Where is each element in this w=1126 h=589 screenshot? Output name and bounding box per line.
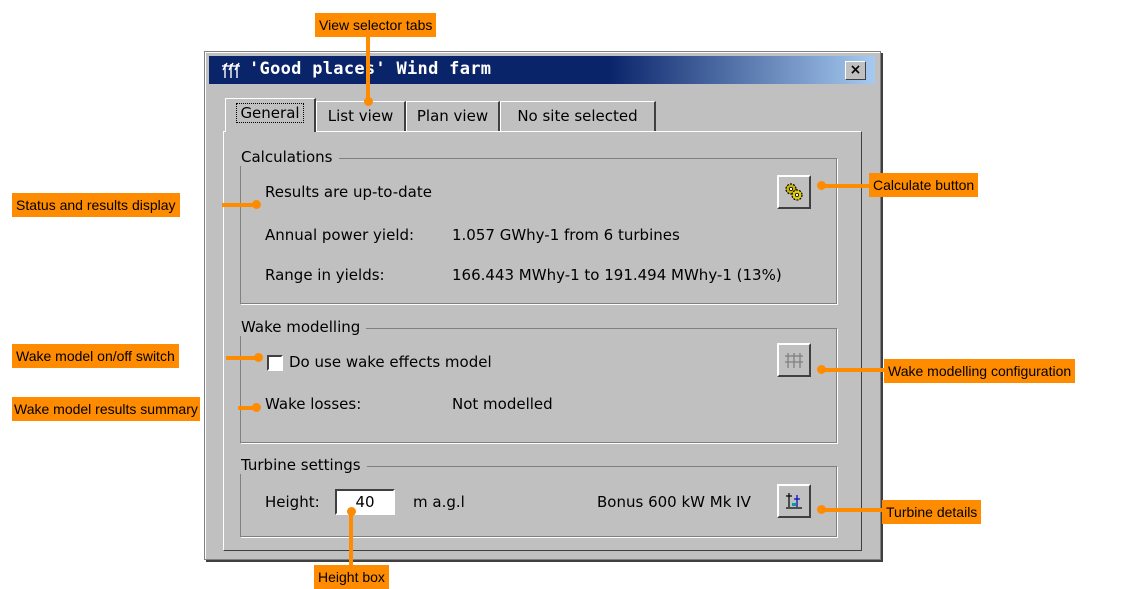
tab-general[interactable]: General: [225, 98, 316, 132]
callout-height-box: Height box: [314, 565, 389, 589]
callout-wake-summary: Wake model results summary: [12, 397, 200, 421]
turbine-settings-group: Turbine settings Height: 40 m a.g.l Bonu…: [239, 456, 837, 537]
height-input[interactable]: 40: [335, 489, 395, 515]
tab-label: No site selected: [517, 107, 638, 125]
callout-view-selector-tabs: View selector tabs: [315, 13, 437, 37]
callout-calculate-button: Calculate button: [869, 173, 979, 197]
wake-modelling-group: Wake modelling Do use wake effects model…: [239, 318, 837, 443]
annual-yield-label: Annual power yield:: [265, 226, 415, 244]
calculations-group: Calculations Results are up-to-date Annu…: [239, 148, 837, 304]
calc-status-text: Results are up-to-date: [265, 183, 432, 201]
height-unit: m a.g.l: [413, 493, 465, 511]
wind-farm-dialog: 'Good places' Wind farm × General List v…: [204, 51, 881, 560]
callout-dot: [254, 353, 263, 362]
yield-range-value: 166.443 MWhy-1 to 191.494 MWhy-1 (13%): [452, 266, 782, 284]
group-title: Calculations: [239, 148, 339, 166]
wind-farm-icon: [222, 62, 240, 78]
wake-losses-label: Wake losses:: [265, 395, 362, 413]
turbine-details-icon: [786, 493, 802, 509]
wake-losses-value: Not modelled: [452, 395, 553, 413]
tab-no-site-selected[interactable]: No site selected: [500, 101, 656, 131]
callout-line: [821, 184, 871, 188]
callout-status-display: Status and results display: [12, 193, 180, 217]
callout-line: [366, 37, 370, 101]
yield-range-label: Range in yields:: [265, 266, 385, 284]
callout-dot: [817, 505, 826, 514]
close-button[interactable]: ×: [845, 61, 866, 80]
window-title: 'Good places' Wind farm: [249, 59, 492, 79]
gears-icon: [785, 183, 803, 201]
group-title: Turbine settings: [239, 456, 367, 474]
tab-label: General: [236, 103, 304, 123]
tab-plan-view[interactable]: Plan view: [406, 101, 500, 131]
wind-farm-icon: [785, 353, 803, 368]
wake-config-button[interactable]: [777, 343, 811, 377]
annual-yield-value: 1.057 GWhy-1 from 6 turbines: [452, 226, 680, 244]
tab-label: List view: [327, 107, 394, 125]
title-bar[interactable]: 'Good places' Wind farm ×: [209, 56, 875, 84]
wake-model-checkbox-label[interactable]: Do use wake effects model: [289, 353, 492, 371]
callout-dot: [364, 97, 373, 106]
callout-dot: [817, 181, 826, 190]
callout-line: [821, 508, 884, 512]
callout-dot: [252, 200, 261, 209]
callout-wake-switch: Wake model on/off switch: [12, 344, 179, 368]
callout-line: [222, 203, 256, 207]
wake-model-checkbox[interactable]: [267, 355, 283, 371]
callout-line: [349, 512, 353, 566]
callout-wake-config: Wake modelling configuration: [884, 359, 1076, 383]
callout-line: [821, 368, 886, 372]
group-title: Wake modelling: [239, 318, 367, 336]
callout-dot: [252, 403, 261, 412]
tab-list-view[interactable]: List view: [316, 101, 406, 131]
calculate-button[interactable]: [777, 175, 811, 209]
callout-dot: [347, 507, 356, 516]
tab-label: Plan view: [416, 107, 489, 125]
turbine-details-button[interactable]: [777, 484, 811, 518]
general-tab-panel: Calculations Results are up-to-date Annu…: [223, 131, 862, 551]
turbine-model: Bonus 600 kW Mk IV: [597, 493, 751, 511]
callout-dot: [817, 365, 826, 374]
height-label: Height:: [265, 493, 320, 511]
callout-turbine-details: Turbine details: [882, 500, 982, 524]
